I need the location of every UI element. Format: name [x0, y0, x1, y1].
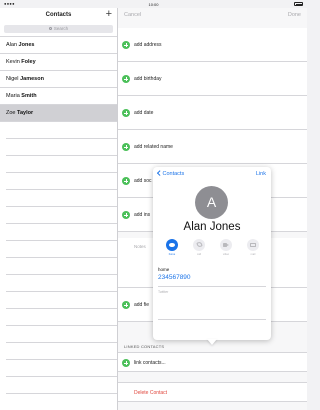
field-label: add address	[134, 42, 162, 48]
add-icon[interactable]	[122, 109, 130, 117]
popover-navbar: Contacts Link	[153, 167, 271, 181]
field-label: add birthday	[134, 76, 162, 82]
empty-row	[6, 173, 117, 190]
popover-arrow	[207, 339, 217, 345]
contacts-title: Contacts	[45, 12, 72, 18]
add-icon[interactable]	[122, 41, 130, 49]
contact-row[interactable]: Alan Jones	[0, 37, 117, 54]
empty-row	[6, 207, 117, 224]
field-label: add date	[134, 110, 154, 116]
empty-row	[6, 343, 117, 360]
add-icon[interactable]	[122, 143, 130, 151]
action-caption: mail	[250, 252, 256, 256]
add-icon[interactable]	[122, 211, 130, 219]
field-label: add fie	[134, 302, 150, 308]
search-input[interactable]: Search	[4, 25, 113, 33]
link-contacts-row[interactable]: link contacts...	[118, 352, 307, 372]
notes-label: Notes	[134, 244, 146, 249]
video-action[interactable]: video	[218, 239, 234, 256]
contact-first-name: Kevin	[6, 59, 20, 65]
empty-row	[6, 190, 117, 207]
contact-last-name: Jones	[18, 42, 35, 48]
phone-entry[interactable]: home 234567890	[158, 267, 266, 287]
twitter-entry[interactable]: Twitter	[158, 290, 266, 320]
link-contacts-label: link contacts...	[134, 360, 166, 366]
empty-row	[6, 292, 117, 309]
delete-contact-button[interactable]: Delete Contact	[118, 382, 307, 402]
clock: 10:00	[148, 1, 159, 7]
contact-first-name: Alan	[6, 42, 18, 48]
action-caption: call	[197, 252, 201, 256]
contact-last-name: Foley	[21, 59, 36, 65]
battery-icon	[294, 2, 303, 6]
empty-row	[6, 156, 117, 173]
message-icon	[169, 242, 175, 247]
contact-picker-popover: Contacts Link A Alan Jones home call vid…	[153, 167, 271, 340]
contacts-sidebar: Contacts + Search Alan Jones Kevin Foley…	[0, 8, 118, 410]
contact-last-name: Taylor	[17, 110, 34, 116]
mail-icon	[250, 243, 256, 247]
add-contact-button[interactable]: +	[106, 9, 112, 20]
empty-row	[6, 309, 117, 326]
action-caption: video	[222, 252, 230, 256]
back-button[interactable]: Contacts	[157, 170, 185, 177]
status-bar: ●●●● 10:00	[0, 0, 307, 8]
empty-row	[6, 326, 117, 343]
cancel-button[interactable]: Cancel	[124, 12, 141, 18]
call-action[interactable]: call	[191, 239, 207, 256]
empty-row	[6, 122, 117, 139]
editor-navbar: Cancel Done	[118, 8, 307, 24]
contact-first-name: Zoe	[6, 110, 16, 116]
contact-first-name: Nigel	[6, 76, 19, 82]
add-icon[interactable]	[122, 301, 130, 309]
add-icon[interactable]	[122, 359, 130, 367]
phone-number[interactable]: 234567890	[158, 274, 266, 281]
contact-row[interactable]: Maria Smith	[0, 88, 117, 105]
add-date-row[interactable]: add date	[118, 96, 307, 130]
link-button[interactable]: Link	[256, 171, 266, 177]
contact-last-name: Smith	[21, 93, 37, 99]
add-address-row[interactable]: add address	[118, 28, 307, 62]
field-label: add ins	[134, 212, 151, 218]
contact-row[interactable]: Kevin Foley	[0, 54, 117, 71]
empty-row	[6, 377, 117, 394]
field-label: add soc	[134, 178, 152, 184]
contacts-list: Alan Jones Kevin Foley Nigel Jameson Mar…	[0, 36, 117, 394]
phone-icon	[195, 241, 203, 248]
search-icon	[48, 26, 53, 31]
field-label: add related name	[134, 144, 173, 150]
phone-label: home	[158, 267, 170, 272]
done-button[interactable]: Done	[288, 12, 301, 18]
empty-row	[6, 224, 117, 241]
contact-row-selected[interactable]: Zoe Taylor	[0, 105, 117, 122]
add-icon[interactable]	[122, 75, 130, 83]
contact-last-name: Jameson	[20, 76, 44, 82]
mail-action[interactable]: mail	[245, 239, 261, 256]
add-related-name-row[interactable]: add related name	[118, 130, 307, 164]
search-placeholder: Search	[53, 26, 69, 31]
contact-row[interactable]: Nigel Jameson	[0, 71, 117, 88]
empty-row	[6, 258, 117, 275]
empty-row	[6, 360, 117, 377]
empty-row	[6, 139, 117, 156]
contacts-navbar: Contacts +	[0, 8, 117, 24]
message-action[interactable]: home	[164, 239, 180, 256]
empty-row	[6, 275, 117, 292]
add-birthday-row[interactable]: add birthday	[118, 62, 307, 96]
back-label: Contacts	[162, 171, 185, 177]
contact-first-name: Maria	[6, 93, 20, 99]
avatar: A	[195, 186, 228, 219]
chevron-left-icon	[157, 170, 163, 176]
contact-name: Alan Jones	[183, 221, 241, 233]
twitter-label: Twitter	[158, 290, 169, 294]
quick-actions: home call video mail	[153, 239, 271, 263]
video-icon	[223, 243, 229, 247]
empty-row	[6, 241, 117, 258]
action-caption: home	[168, 252, 176, 256]
add-icon[interactable]	[122, 177, 130, 185]
